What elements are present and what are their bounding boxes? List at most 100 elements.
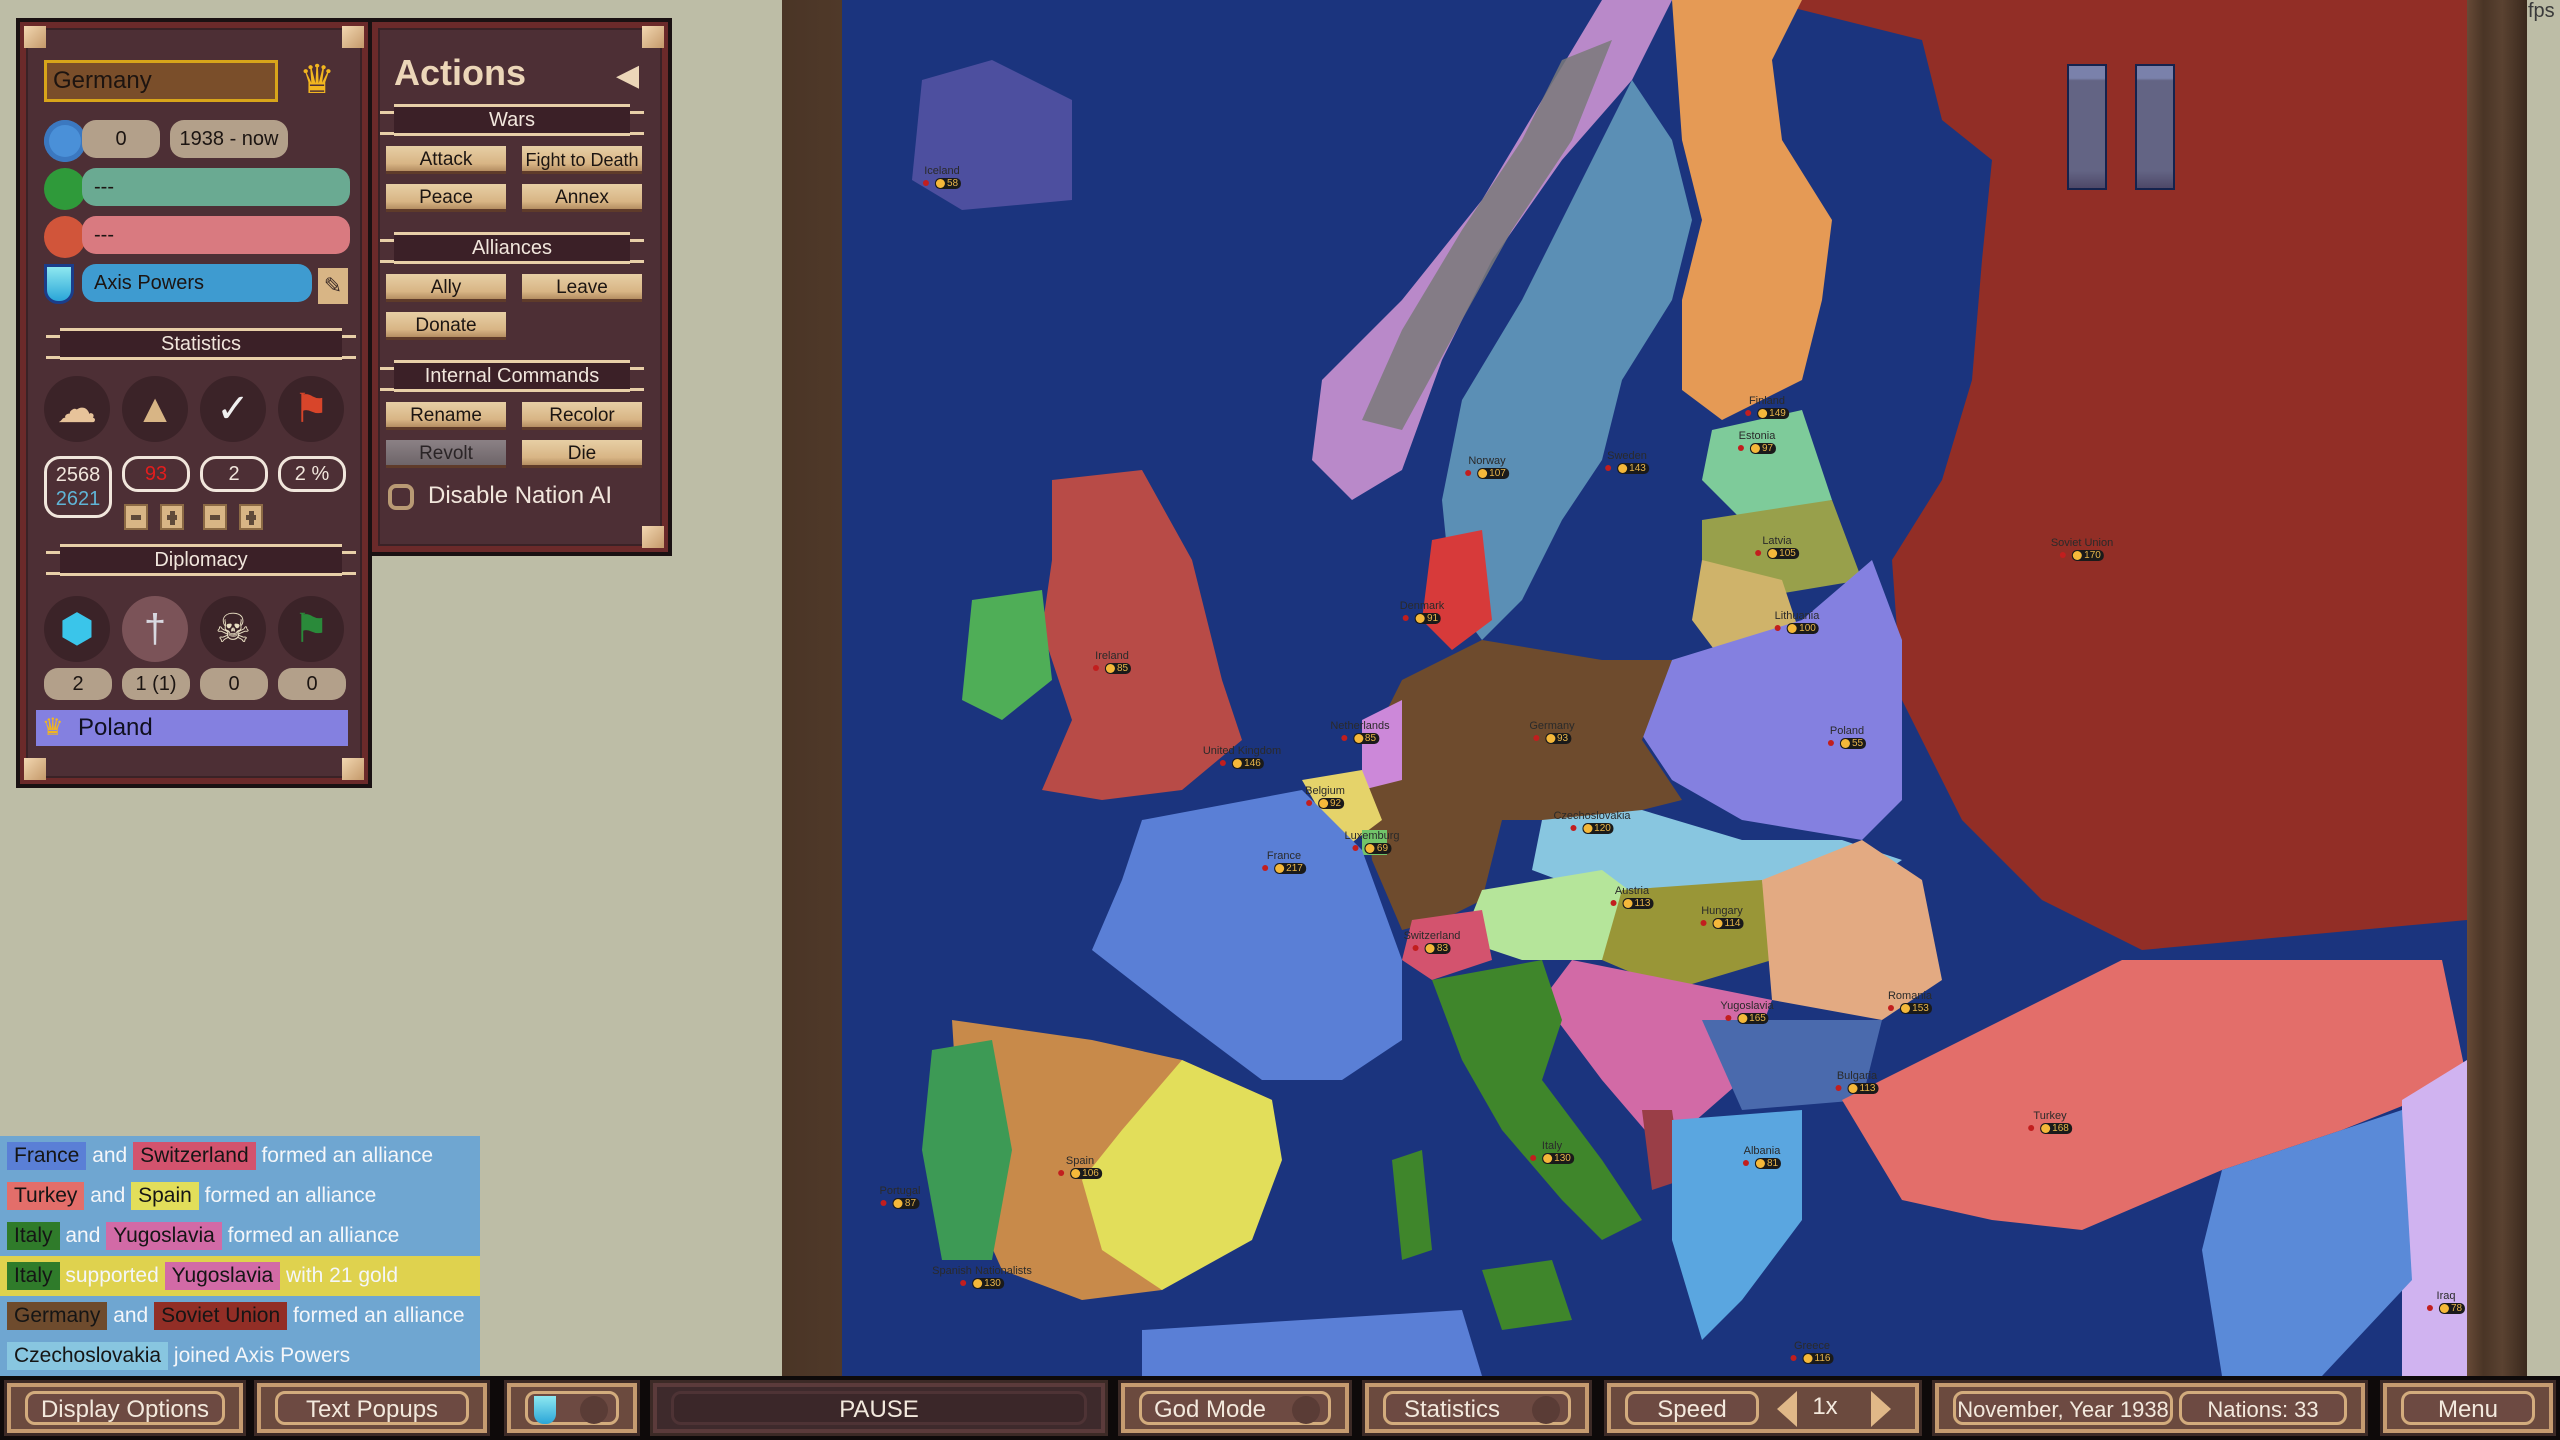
log-text: formed an alliance [221, 1224, 400, 1247]
recolor-button[interactable]: Recolor [522, 402, 642, 430]
country-greece [1672, 1110, 1802, 1340]
revolt-button[interactable]: Revolt [386, 440, 506, 468]
die-button[interactable]: Die [522, 440, 642, 468]
country-stats: 85 [1330, 732, 1389, 744]
statistics-button[interactable]: Statistics [1362, 1380, 1592, 1436]
country-stats: 149 [1745, 407, 1789, 419]
country-label[interactable]: Iceland 58 [922, 165, 962, 189]
annex-button[interactable]: Annex [522, 184, 642, 212]
speed-decrease-button[interactable] [1777, 1391, 1797, 1427]
capital-icon [1610, 900, 1617, 907]
capital-icon [2028, 1125, 2035, 1132]
nation-tag: Spain [131, 1182, 199, 1210]
ally-button[interactable]: Ally [386, 274, 506, 302]
leave-button[interactable]: Leave [522, 274, 642, 302]
country-label[interactable]: Germany 93 [1529, 720, 1575, 744]
country-label[interactable]: Turkey 168 [2028, 1110, 2072, 1134]
attack-button[interactable]: Attack [386, 146, 506, 174]
country-name: Germany [1529, 720, 1575, 732]
pause-button[interactable]: PAUSE [650, 1380, 1108, 1436]
country-label[interactable]: Sweden 143 [1605, 450, 1649, 474]
country-label[interactable]: United Kingdom 146 [1203, 745, 1281, 769]
country-label[interactable]: Albania 81 [1742, 1145, 1782, 1169]
country-label[interactable]: Soviet Union 170 [2051, 537, 2113, 561]
country-label[interactable]: Bulgaria 113 [1835, 1070, 1879, 1094]
god-mode-button[interactable]: God Mode [1118, 1380, 1352, 1436]
country-stats: 146 [1203, 757, 1281, 769]
country-label[interactable]: Norway 107 [1465, 455, 1509, 479]
country-label[interactable]: Austria 113 [1610, 885, 1654, 909]
country-label[interactable]: Romania 153 [1888, 990, 1932, 1014]
collapse-arrow-icon[interactable]: ◀ [616, 58, 639, 93]
country-label[interactable]: Yugoslavia 165 [1720, 1000, 1774, 1024]
alliance-bar[interactable]: Axis Powers [82, 264, 312, 302]
country-label[interactable]: Portugal 87 [880, 1185, 920, 1209]
country-netherlands [1362, 700, 1402, 790]
sword-icon: † [122, 596, 188, 662]
country-name: Greece [1793, 1340, 1831, 1352]
capital-icon [1700, 920, 1707, 927]
country-label[interactable]: Latvia 105 [1755, 535, 1799, 559]
rename-button[interactable]: Rename [386, 402, 506, 430]
country-label[interactable]: Spain 106 [1058, 1155, 1102, 1179]
country-label[interactable]: Switzerland 83 [1404, 930, 1460, 954]
country-label[interactable]: Lithuania 100 [1775, 610, 1819, 634]
military-decrease-button[interactable] [203, 504, 227, 530]
country-name: Luxemburg [1344, 830, 1400, 842]
capital-icon [1412, 945, 1419, 952]
disable-ai-checkbox[interactable] [388, 484, 414, 510]
country-name: France [1266, 850, 1302, 862]
country-iraq [2402, 1060, 2467, 1376]
speed-increase-button[interactable] [1871, 1391, 1891, 1427]
god-mode-inner: God Mode [1139, 1391, 1331, 1425]
country-name: Netherlands [1330, 720, 1390, 732]
capital-icon [1220, 760, 1227, 767]
world-map[interactable]: Iceland 58 Norway 107 Sweden 143 Finland 149 Est… [842, 0, 2467, 1376]
peace-button[interactable]: Peace [386, 184, 506, 212]
nation-name-field[interactable]: Germany [44, 60, 278, 102]
country-label[interactable]: Netherlands 85 [1330, 720, 1390, 744]
display-options-button[interactable]: Display Options [4, 1380, 246, 1436]
population-max: 2621 [55, 488, 101, 510]
gold-badge: 97 [1749, 443, 1777, 454]
capital-icon [1742, 1160, 1749, 1167]
capital-icon [1340, 735, 1347, 742]
capital-icon [880, 1200, 887, 1207]
nation-tag: Germany [7, 1302, 108, 1330]
internal-commands-header: Internal Commands [380, 360, 644, 392]
country-label[interactable]: Poland 55 [1827, 725, 1867, 749]
country-label[interactable]: Hungary 114 [1700, 905, 1744, 929]
donate-button[interactable]: Donate [386, 312, 506, 340]
country-label[interactable]: Luxemburg 69 [1344, 830, 1400, 854]
capital-icon [1725, 1015, 1732, 1022]
selected-target[interactable]: ♛ Poland [36, 710, 348, 746]
country-name: Finland [1748, 395, 1786, 407]
fight-to-death-button[interactable]: Fight to Death [522, 146, 642, 174]
pause-icon[interactable] [2067, 64, 2187, 194]
gold-badge: 85 [1352, 733, 1380, 744]
menu-button[interactable]: Menu [2380, 1380, 2556, 1436]
gold-decrease-button[interactable] [124, 504, 148, 530]
capital-icon [1827, 740, 1834, 747]
country-label[interactable]: Ireland 85 [1092, 650, 1132, 674]
country-label[interactable]: Greece 116 [1790, 1340, 1834, 1364]
military-increase-button[interactable] [239, 504, 263, 530]
country-label[interactable]: Spanish Nationalists 130 [932, 1265, 1032, 1289]
log-entry: Turkey and Spain formed an alliance [0, 1176, 480, 1216]
country-label[interactable]: Italy 130 [1530, 1140, 1574, 1164]
alliance-view-toggle[interactable] [504, 1380, 640, 1436]
country-label[interactable]: Czechoslovakia 120 [1553, 810, 1631, 834]
country-label[interactable]: France 217 [1262, 850, 1306, 874]
country-label[interactable]: Iraq 78 [2426, 1290, 2466, 1314]
log-text: formed an alliance [255, 1144, 434, 1167]
country-label[interactable]: Denmark 91 [1400, 600, 1444, 624]
gold-increase-button[interactable] [160, 504, 184, 530]
gold-badge: 85 [1104, 663, 1132, 674]
country-label[interactable]: Belgium 92 [1305, 785, 1345, 809]
country-label[interactable]: Estonia 97 [1737, 430, 1777, 454]
pencil-icon[interactable]: ✎ [318, 268, 348, 304]
text-popups-button[interactable]: Text Popups [254, 1380, 490, 1436]
panel-corner [24, 26, 46, 48]
capital-icon [1570, 825, 1577, 832]
country-label[interactable]: Finland 149 [1745, 395, 1789, 419]
